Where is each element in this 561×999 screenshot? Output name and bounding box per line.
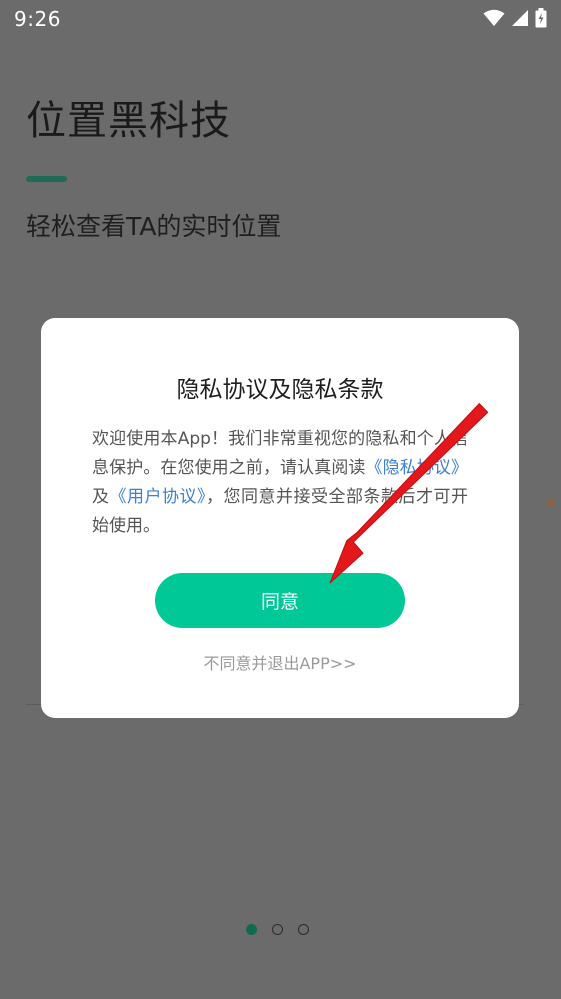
status-icons — [483, 8, 547, 28]
disagree-exit-link[interactable]: 不同意并退出APP>> — [41, 650, 519, 674]
edge-dot — [548, 500, 554, 506]
app-title: 位置黑科技 — [26, 98, 231, 144]
title-accent-bar — [26, 176, 67, 182]
battery-icon — [535, 8, 547, 28]
agree-button[interactable]: 同意 — [155, 573, 405, 628]
wifi-icon — [483, 9, 505, 26]
status-bar: 9:26 — [0, 0, 561, 40]
privacy-policy-link[interactable]: 《隐私协议》 — [366, 458, 468, 478]
signal-icon — [512, 10, 528, 26]
app-subtitle: 轻松查看TA的实时位置 — [26, 212, 282, 241]
page-indicator — [246, 924, 309, 935]
user-agreement-link[interactable]: 《用户协议》 — [110, 487, 207, 507]
privacy-dialog: 隐私协议及隐私条款 欢迎使用本App！我们非常重视您的隐私和个人信息保护。在您使… — [41, 318, 519, 718]
page-dot-1 — [246, 924, 257, 935]
status-time: 9:26 — [14, 7, 61, 31]
dialog-body: 欢迎使用本App！我们非常重视您的隐私和个人信息保护。在您使用之前，请认真阅读《… — [92, 425, 468, 541]
dialog-title: 隐私协议及隐私条款 — [176, 377, 384, 403]
page-dot-2 — [272, 924, 283, 935]
body-text-conj: 及 — [92, 487, 110, 507]
page-dot-3 — [298, 924, 309, 935]
